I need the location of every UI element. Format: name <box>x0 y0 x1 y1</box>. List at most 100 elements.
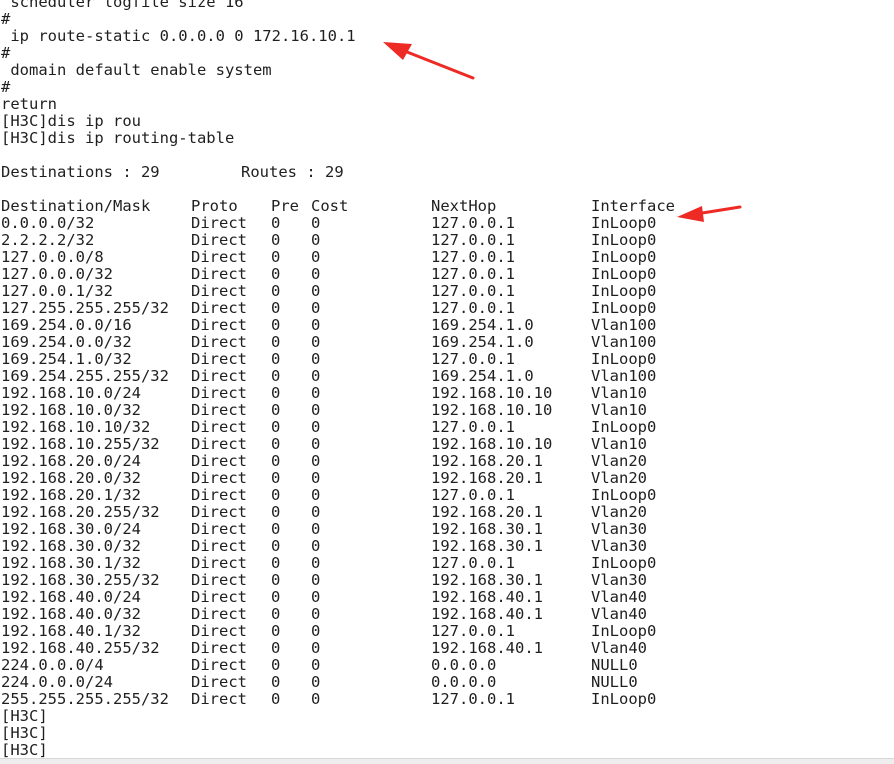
route-interface: NULL0 <box>591 656 638 674</box>
route-interface: Vlan30 <box>591 571 647 589</box>
route-nexthop: 192.168.20.1 <box>431 503 543 521</box>
route-proto: Direct <box>191 469 247 487</box>
route-pre: 0 <box>271 469 281 487</box>
route-proto: Direct <box>191 367 247 385</box>
route-destination: 192.168.20.0/24 <box>1 452 141 470</box>
route-cost: 0 <box>311 690 321 708</box>
route-destination: 169.254.0.0/32 <box>1 333 132 351</box>
route-pre: 0 <box>271 282 281 300</box>
route-cost: 0 <box>311 605 321 623</box>
route-proto: Direct <box>191 350 247 368</box>
terminal-output[interactable]: scheduler logfile size 16 # ip route-stat… <box>0 0 894 758</box>
route-proto: Direct <box>191 316 247 334</box>
console-line: [H3C]dis ip rou <box>0 113 894 130</box>
route-interface: InLoop0 <box>591 622 657 640</box>
console-prompt-line: [H3C] <box>0 741 894 759</box>
table-row: 224.0.0.0/24 Direct 0 0 0.0.0.0 NULL0 <box>0 674 894 691</box>
console-line: [H3C]dis ip routing-table <box>0 130 894 147</box>
route-interface: Vlan100 <box>591 367 657 385</box>
route-destination: 192.168.40.255/32 <box>1 639 160 657</box>
route-nexthop: 127.0.0.1 <box>431 265 515 283</box>
route-cost: 0 <box>311 503 321 521</box>
route-nexthop: 127.0.0.1 <box>431 231 515 249</box>
route-interface: Vlan40 <box>591 639 647 657</box>
console-line-text: domain default enable system <box>1 61 272 79</box>
route-cost: 0 <box>311 367 321 385</box>
route-cost: 0 <box>311 656 321 674</box>
console-prompt: [H3C] <box>1 741 48 759</box>
route-proto: Direct <box>191 333 247 351</box>
window-bottom-edge <box>0 758 894 764</box>
console-line-text: # <box>1 78 11 96</box>
table-row: 0.0.0.0/32 Direct 0 0 127.0.0.1 InLoop0 <box>0 215 894 232</box>
route-cost: 0 <box>311 418 321 436</box>
route-proto: Direct <box>191 588 247 606</box>
route-destination: 127.0.0.0/32 <box>1 265 113 283</box>
route-proto: Direct <box>191 673 247 691</box>
table-row: 192.168.20.0/24 Direct 0 0 192.168.20.1 Vlan2… <box>0 453 894 470</box>
route-interface: InLoop0 <box>591 418 657 436</box>
route-proto: Direct <box>191 605 247 623</box>
route-proto: Direct <box>191 452 247 470</box>
route-nexthop: 192.168.30.1 <box>431 520 543 538</box>
route-interface: NULL0 <box>591 673 638 691</box>
route-cost: 0 <box>311 214 321 232</box>
route-destination: 2.2.2.2/32 <box>1 231 95 249</box>
console-prompt: [H3C] <box>1 707 48 725</box>
route-proto: Direct <box>191 265 247 283</box>
route-destination: 192.168.10.0/24 <box>1 384 141 402</box>
route-nexthop: 192.168.20.1 <box>431 469 543 487</box>
route-interface: Vlan30 <box>591 537 647 555</box>
route-cost: 0 <box>311 333 321 351</box>
console-line-text: [H3C]dis ip rou <box>1 112 141 130</box>
route-pre: 0 <box>271 265 281 283</box>
route-proto: Direct <box>191 214 247 232</box>
route-pre: 0 <box>271 418 281 436</box>
route-destination: 127.255.255.255/32 <box>1 299 169 317</box>
route-pre: 0 <box>271 401 281 419</box>
route-nexthop: 192.168.30.1 <box>431 537 543 555</box>
table-row: 192.168.20.1/32 Direct 0 0 127.0.0.1 InLoop0 <box>0 487 894 504</box>
route-interface: InLoop0 <box>591 265 657 283</box>
route-proto: Direct <box>191 520 247 538</box>
route-interface: InLoop0 <box>591 486 657 504</box>
route-destination: 192.168.20.0/32 <box>1 469 141 487</box>
route-proto: Direct <box>191 418 247 436</box>
route-destination: 192.168.10.10/32 <box>1 418 151 436</box>
route-cost: 0 <box>311 554 321 572</box>
console-line: # <box>0 11 894 28</box>
route-destination: 192.168.30.0/24 <box>1 520 141 538</box>
table-row: 192.168.10.255/32 Direct 0 0 192.168.10.10 Vl… <box>0 436 894 453</box>
route-destination: 255.255.255.255/32 <box>1 690 169 708</box>
route-pre: 0 <box>271 486 281 504</box>
table-row: 169.254.255.255/32 Direct 0 0 169.254.1.0 Vla… <box>0 368 894 385</box>
route-destination: 169.254.0.0/16 <box>1 316 132 334</box>
route-nexthop: 0.0.0.0 <box>431 656 497 674</box>
route-cost: 0 <box>311 452 321 470</box>
route-destination: 192.168.30.1/32 <box>1 554 141 572</box>
table-row: 192.168.30.255/32 Direct 0 0 192.168.30.1 Vla… <box>0 572 894 589</box>
route-nexthop: 127.0.0.1 <box>431 350 515 368</box>
route-interface: InLoop0 <box>591 214 657 232</box>
table-row: 192.168.40.1/32 Direct 0 0 127.0.0.1 InLoop0 <box>0 623 894 640</box>
route-nexthop: 192.168.20.1 <box>431 452 543 470</box>
table-row: 127.0.0.0/32 Direct 0 0 127.0.0.1 InLoop0 <box>0 266 894 283</box>
console-line: return <box>0 96 894 113</box>
table-row: 169.254.0.0/16 Direct 0 0 169.254.1.0 Vlan100 <box>0 317 894 334</box>
route-nexthop: 0.0.0.0 <box>431 673 497 691</box>
destinations-count: Destinations : 29 <box>1 163 160 181</box>
console-line: domain default enable system <box>0 62 894 79</box>
route-cost: 0 <box>311 469 321 487</box>
table-row: 169.254.0.0/32 Direct 0 0 169.254.1.0 Vlan100 <box>0 334 894 351</box>
route-interface: InLoop0 <box>591 282 657 300</box>
route-nexthop: 169.254.1.0 <box>431 333 534 351</box>
table-row: 192.168.30.0/32 Direct 0 0 192.168.30.1 Vlan3… <box>0 538 894 555</box>
route-cost: 0 <box>311 622 321 640</box>
route-destination: 192.168.30.255/32 <box>1 571 160 589</box>
route-cost: 0 <box>311 401 321 419</box>
route-proto: Direct <box>191 690 247 708</box>
route-destination: 192.168.20.255/32 <box>1 503 160 521</box>
route-pre: 0 <box>271 367 281 385</box>
route-nexthop: 127.0.0.1 <box>431 622 515 640</box>
